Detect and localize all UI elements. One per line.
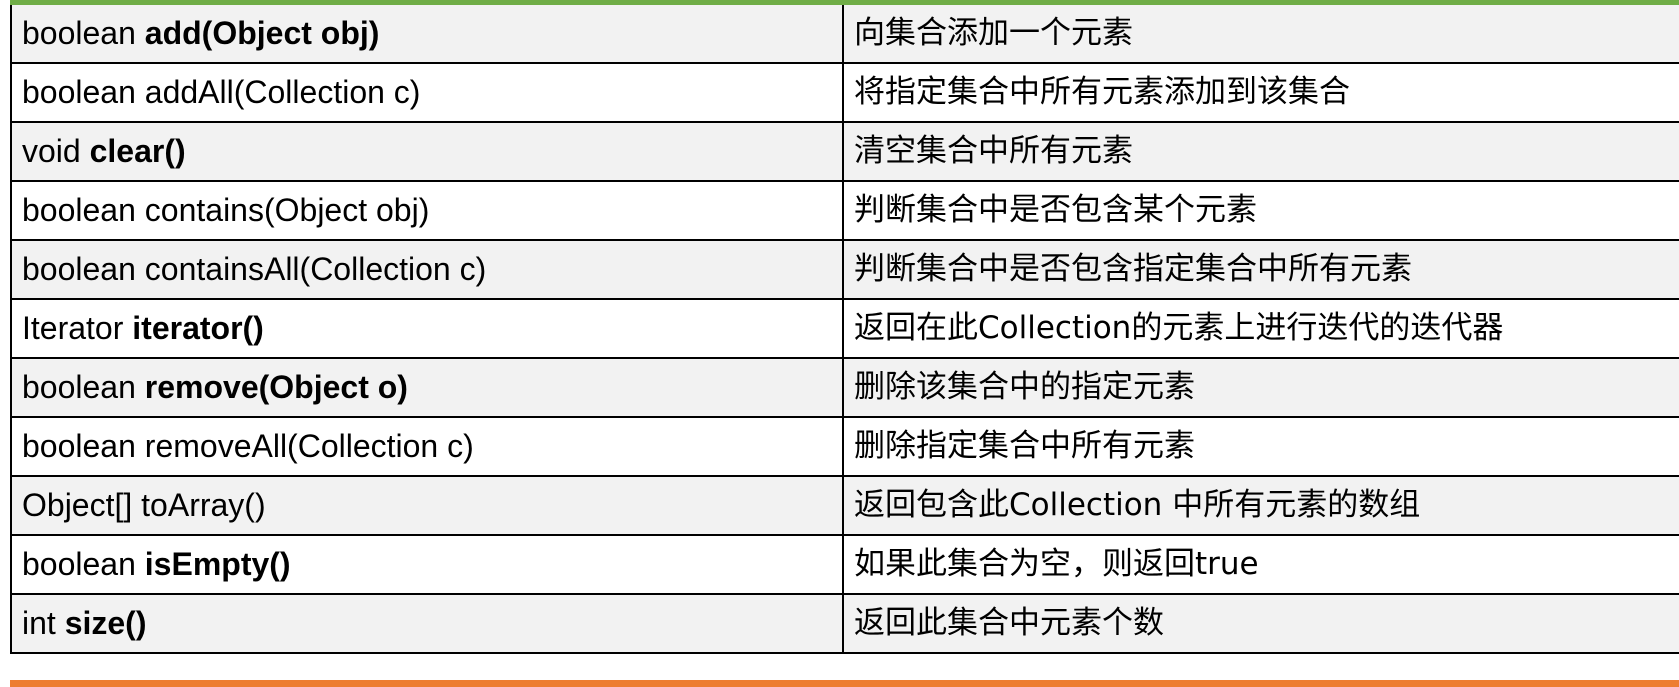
method-description-cell: 如果此集合为空，则返回true: [842, 534, 1679, 595]
table-row: boolean containsAll(Collection c) 判断集合中是…: [10, 239, 1679, 300]
method-return-type: void: [22, 133, 90, 169]
method-signature-cell: void clear(): [10, 121, 844, 182]
table-row: void clear() 清空集合中所有元素: [10, 121, 1679, 182]
method-signature-cell: boolean addAll(Collection c): [10, 62, 844, 123]
method-return-type: boolean addAll(Collection c): [22, 74, 421, 110]
method-description-cell: 判断集合中是否包含指定集合中所有元素: [842, 239, 1679, 300]
table-row: boolean addAll(Collection c) 将指定集合中所有元素添…: [10, 62, 1679, 123]
method-signature-cell: boolean add(Object obj): [10, 5, 844, 64]
method-signature-cell: Object[] toArray(): [10, 475, 844, 536]
method-description-cell: 返回包含此Collection 中所有元素的数组: [842, 475, 1679, 536]
method-name: add(Object obj): [144, 15, 380, 51]
method-name: size(): [64, 605, 147, 641]
method-description-cell: 判断集合中是否包含某个元素: [842, 180, 1679, 241]
method-signature-cell: boolean containsAll(Collection c): [10, 239, 844, 300]
method-return-type: boolean containsAll(Collection c): [22, 251, 487, 287]
method-return-type: boolean removeAll(Collection c): [22, 428, 474, 464]
method-return-type: boolean: [22, 369, 145, 405]
table-row: Iterator iterator() 返回在此Collection的元素上进行…: [10, 298, 1679, 359]
method-signature-cell: boolean contains(Object obj): [10, 180, 844, 241]
method-return-type: boolean: [22, 15, 145, 51]
method-description-cell: 返回在此Collection的元素上进行迭代的迭代器: [842, 298, 1679, 359]
method-description-cell: 返回此集合中元素个数: [842, 593, 1679, 654]
collection-methods-table: boolean add(Object obj) 向集合添加一个元素 boolea…: [10, 5, 1679, 654]
table-body: boolean add(Object obj) 向集合添加一个元素 boolea…: [10, 5, 1679, 654]
table-row: Object[] toArray() 返回包含此Collection 中所有元素…: [10, 475, 1679, 536]
table-row: boolean removeAll(Collection c) 删除指定集合中所…: [10, 416, 1679, 477]
method-description-cell: 清空集合中所有元素: [842, 121, 1679, 182]
method-description-cell: 删除指定集合中所有元素: [842, 416, 1679, 477]
method-description-cell: 删除该集合中的指定元素: [842, 357, 1679, 418]
method-name: iterator(): [132, 310, 264, 346]
method-return-type: Object[] toArray(): [22, 487, 266, 523]
method-signature-cell: Iterator iterator(): [10, 298, 844, 359]
method-return-type: boolean: [22, 546, 145, 582]
table-row: boolean isEmpty() 如果此集合为空，则返回true: [10, 534, 1679, 595]
method-signature-cell: boolean removeAll(Collection c): [10, 416, 844, 477]
table-row: boolean contains(Object obj) 判断集合中是否包含某个…: [10, 180, 1679, 241]
method-description-cell: 向集合添加一个元素: [842, 5, 1679, 64]
method-name: isEmpty(): [144, 546, 291, 582]
method-signature-cell: int size(): [10, 593, 844, 654]
table-row: boolean remove(Object o) 删除该集合中的指定元素: [10, 357, 1679, 418]
method-name: clear(): [89, 133, 186, 169]
method-return-type: boolean contains(Object obj): [22, 192, 430, 228]
method-name: remove(Object o): [144, 369, 408, 405]
method-description-cell: 将指定集合中所有元素添加到该集合: [842, 62, 1679, 123]
method-return-type: int: [22, 605, 65, 641]
table-row: int size() 返回此集合中元素个数: [10, 593, 1679, 654]
method-signature-cell: boolean remove(Object o): [10, 357, 844, 418]
table-bottom-accent-bar: [10, 680, 1679, 687]
table-row: boolean add(Object obj) 向集合添加一个元素: [10, 5, 1679, 64]
method-return-type: Iterator: [22, 310, 133, 346]
method-signature-cell: boolean isEmpty(): [10, 534, 844, 595]
